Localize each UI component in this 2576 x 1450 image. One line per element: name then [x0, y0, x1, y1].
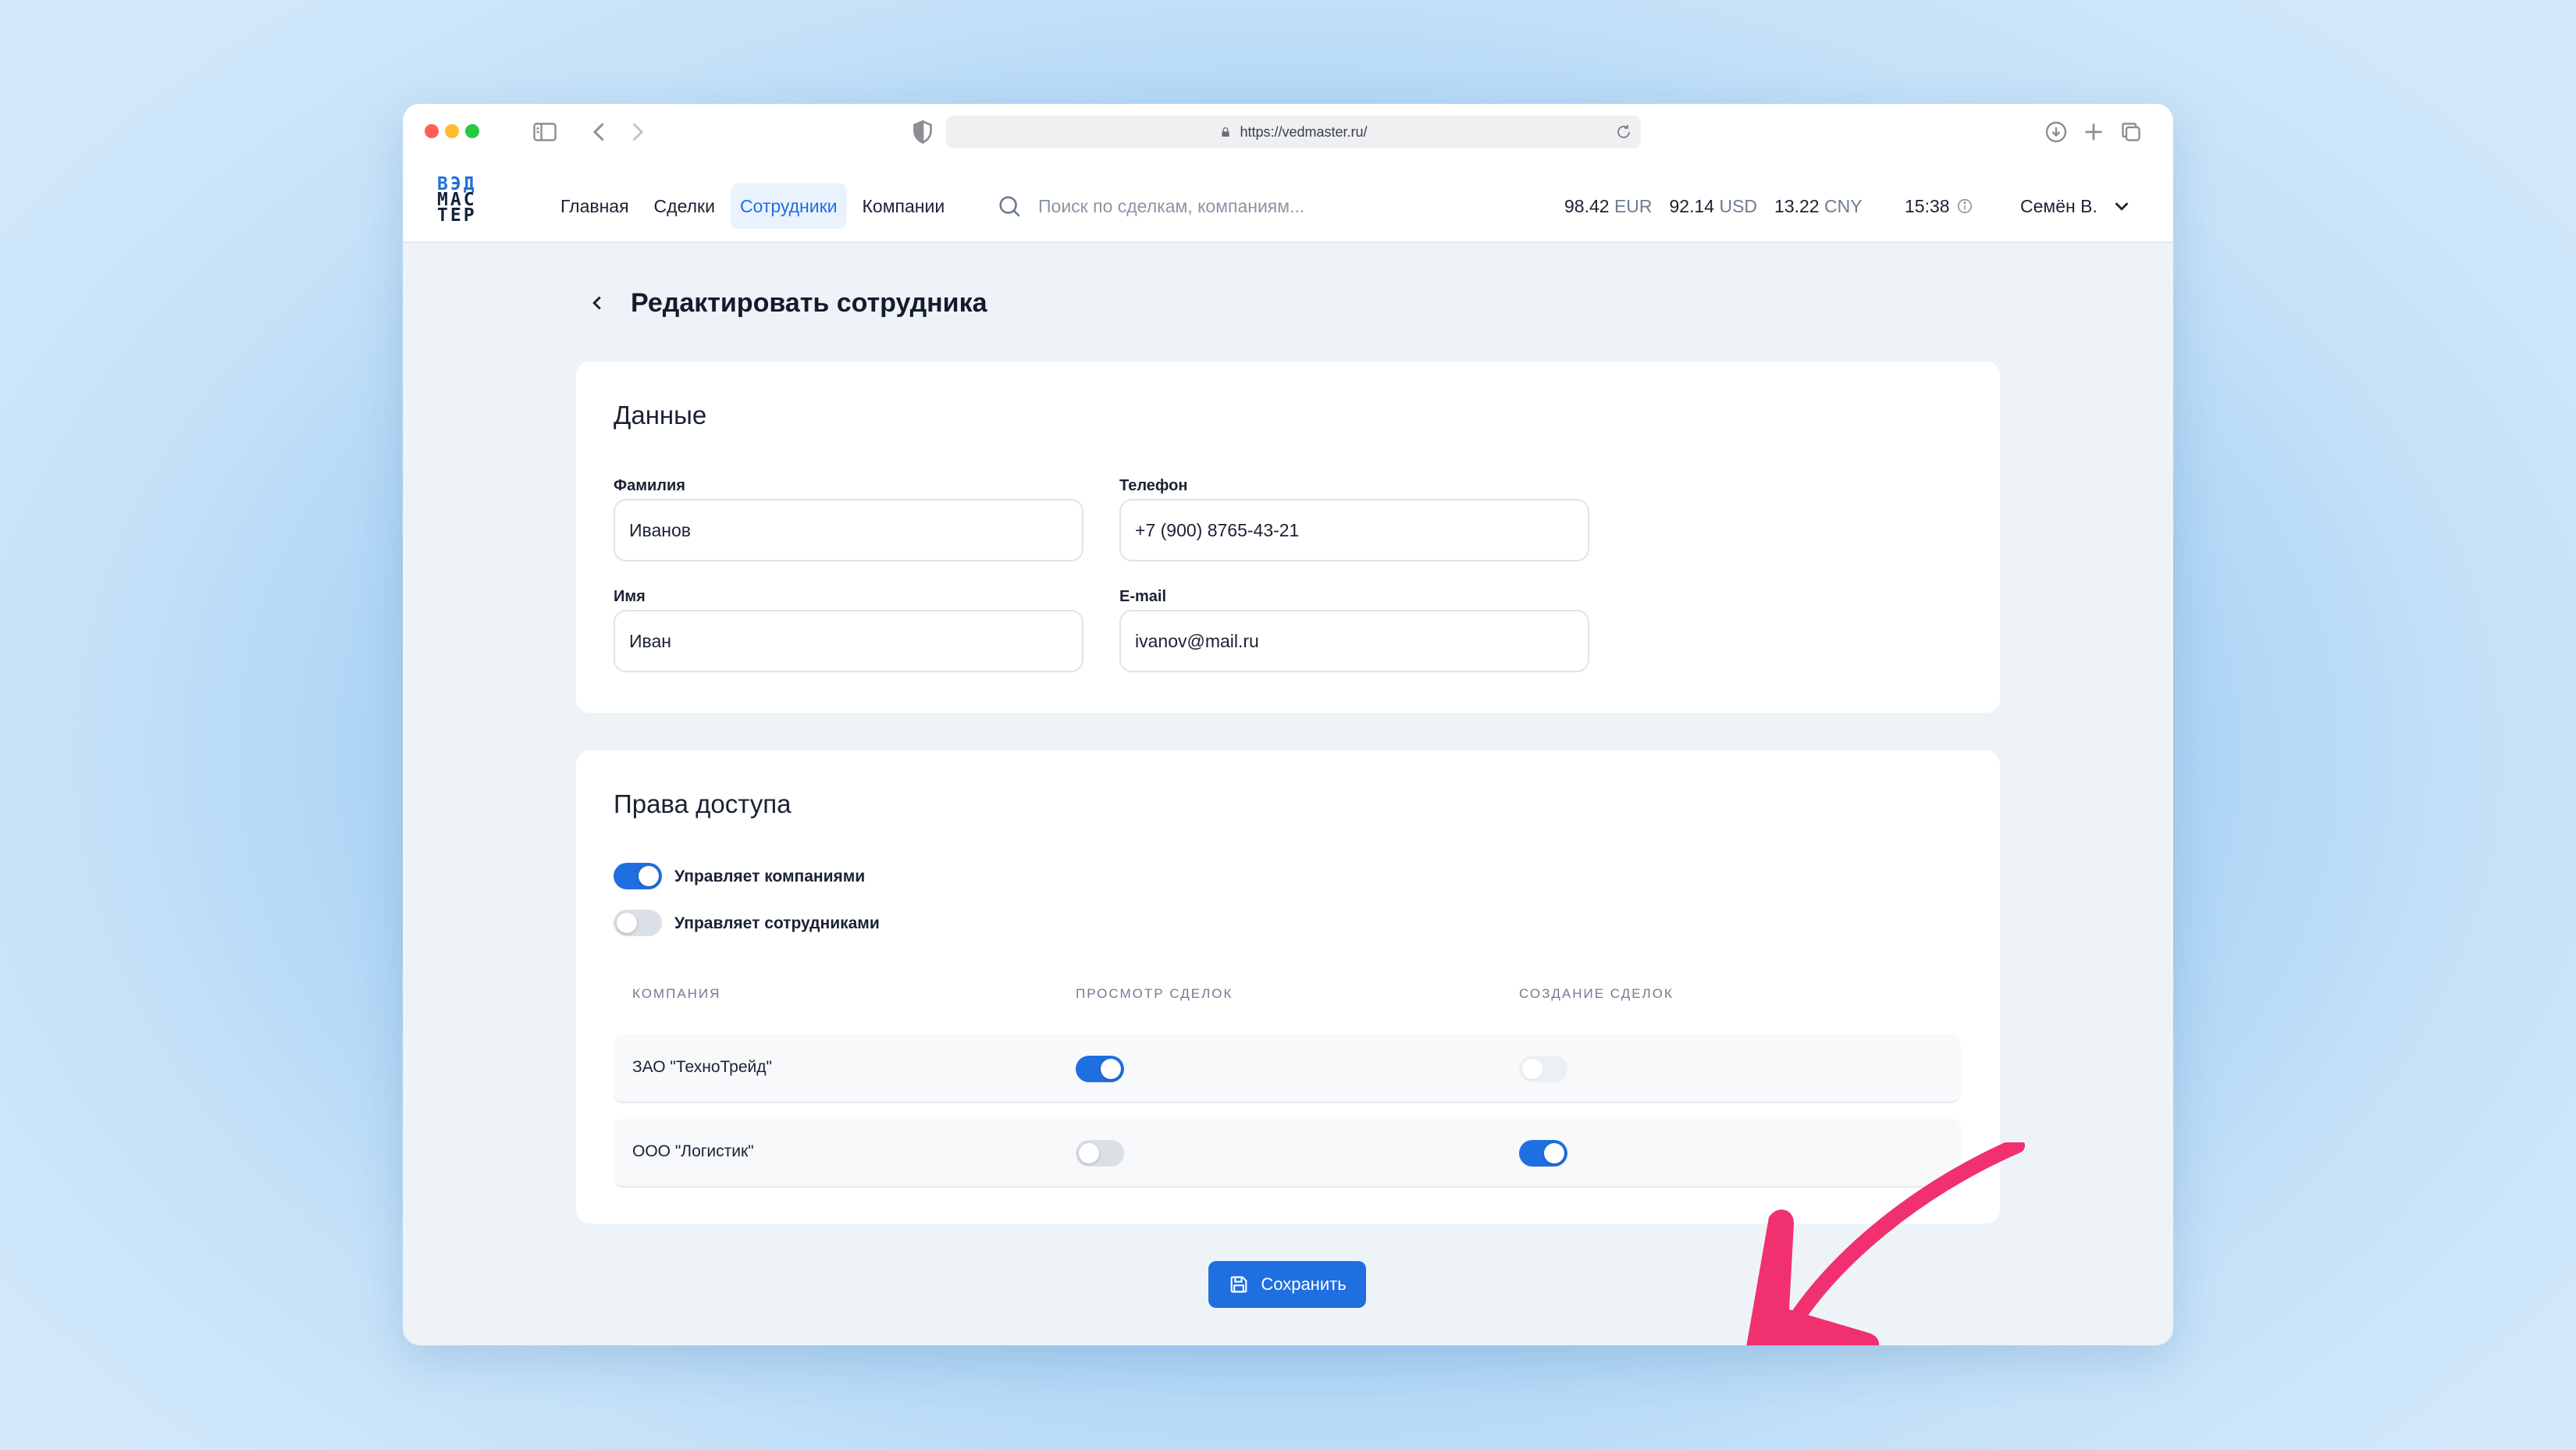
- shield-icon[interactable]: [909, 118, 937, 146]
- phone-field[interactable]: +7 (900) 8765-43-21: [1119, 499, 1589, 561]
- nav-item-home[interactable]: Главная: [551, 183, 639, 229]
- page-header: Редактировать сотрудника: [585, 283, 987, 322]
- new-tab-icon[interactable]: [2080, 118, 2108, 146]
- back-arrow-icon[interactable]: [585, 118, 614, 146]
- rate-cny: 13.22 CNY: [1774, 195, 1863, 216]
- chevron-down-icon: [2115, 202, 2129, 211]
- search-icon: [999, 196, 1020, 217]
- column-header-view-deals: Просмотр сделок: [1076, 986, 1233, 1001]
- last-name-label: Фамилия: [614, 477, 685, 494]
- manage-companies-label: Управляет компаниями: [674, 868, 866, 885]
- tabs-overview-icon[interactable]: [2117, 118, 2145, 146]
- main-nav: Главная Сделки Сотрудники Компании: [551, 183, 954, 229]
- data-card: Данные Фамилия Иванов Телефон +7 (900) 8…: [576, 362, 2000, 713]
- user-name: Семён В.: [2020, 195, 2097, 216]
- maximize-window-button[interactable]: [465, 124, 479, 138]
- download-icon[interactable]: [2042, 118, 2070, 146]
- browser-window: https://vedmaster.ru/ ВЭД МАС ТЕР Главна…: [403, 104, 2173, 1345]
- manage-employees-label: Управляет сотрудниками: [674, 914, 880, 932]
- access-card-title: Права доступа: [614, 789, 792, 818]
- save-button[interactable]: Сохранить: [1208, 1261, 1366, 1308]
- nav-item-deals[interactable]: Сделки: [645, 183, 724, 229]
- rate-eur: 98.42 EUR: [1564, 195, 1653, 216]
- reload-icon[interactable]: [1614, 123, 1633, 141]
- exchange-rates: 98.42 EUR 92.14 USD 13.22 CNY: [1564, 183, 1863, 229]
- search-input[interactable]: Поиск по сделкам, компаниям...: [996, 183, 1304, 229]
- url-text: https://vedmaster.ru/: [1240, 123, 1368, 140]
- sidebar-toggle-icon[interactable]: [531, 118, 559, 146]
- first-name-field[interactable]: Иван: [614, 610, 1083, 672]
- toggle-manage-companies[interactable]: [614, 863, 662, 889]
- last-name-field[interactable]: Иванов: [614, 499, 1083, 561]
- floppy-disk-icon: [1230, 1276, 1247, 1293]
- rate-usd: 92.14 USD: [1669, 195, 1758, 216]
- minimize-window-button[interactable]: [445, 124, 459, 138]
- lock-icon: [1222, 127, 1230, 137]
- app-header: ВЭД МАС ТЕР Главная Сделки Сотрудники Ко…: [403, 160, 2173, 243]
- clock: 15:38: [1905, 183, 1973, 229]
- forward-arrow-icon[interactable]: [623, 118, 651, 146]
- clock-time: 15:38: [1905, 195, 1950, 216]
- browser-toolbar: https://vedmaster.ru/: [403, 104, 2173, 160]
- page-title: Редактировать сотрудника: [631, 287, 987, 318]
- company-name: ООО "Логистик": [632, 1142, 754, 1160]
- phone-label: Телефон: [1119, 477, 1188, 494]
- annotation-arrow-icon: [1746, 1142, 2025, 1345]
- nav-item-companies[interactable]: Компании: [853, 183, 955, 229]
- first-name-label: Имя: [614, 588, 646, 605]
- data-card-title: Данные: [614, 401, 707, 429]
- toggle-create-deals[interactable]: [1519, 1056, 1567, 1082]
- logo[interactable]: ВЭД МАС ТЕР: [437, 176, 504, 226]
- company-name: ЗАО "ТехноТрейд": [632, 1058, 772, 1076]
- back-icon[interactable]: [585, 291, 609, 315]
- search-placeholder: Поиск по сделкам, компаниям...: [1038, 195, 1305, 216]
- user-menu[interactable]: Семён В.: [2020, 183, 2133, 229]
- toggle-manage-employees[interactable]: [614, 910, 662, 936]
- save-button-label: Сохранить: [1261, 1274, 1347, 1294]
- table-row: ЗАО "ТехноТрейд": [614, 1035, 1961, 1103]
- column-header-company: Компания: [632, 986, 721, 1001]
- address-bar[interactable]: https://vedmaster.ru/: [946, 116, 1641, 148]
- close-window-button[interactable]: [425, 124, 439, 138]
- email-field[interactable]: ivanov@mail.ru: [1119, 610, 1589, 672]
- email-label: E-mail: [1119, 588, 1167, 605]
- nav-item-employees[interactable]: Сотрудники: [730, 183, 847, 229]
- toggle-view-deals[interactable]: [1076, 1056, 1124, 1082]
- toggle-view-deals[interactable]: [1076, 1140, 1124, 1167]
- column-header-create-deals: Создание сделок: [1519, 986, 1674, 1001]
- info-icon[interactable]: [1956, 198, 1973, 215]
- toggle-create-deals[interactable]: [1519, 1140, 1567, 1167]
